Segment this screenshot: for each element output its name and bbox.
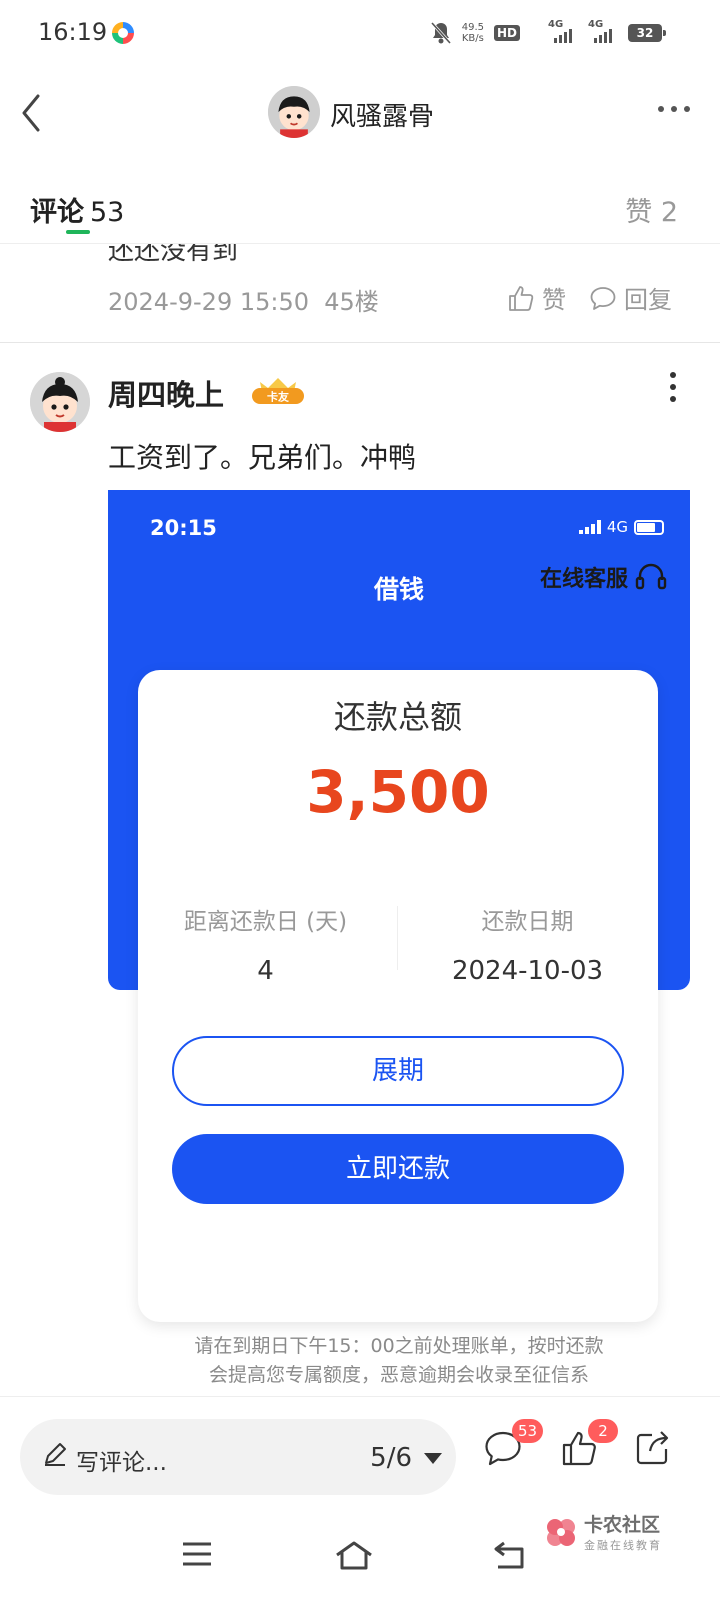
home-icon[interactable] <box>334 1540 374 1574</box>
signal-2-label: 4G <box>588 19 604 30</box>
reply-button[interactable]: 回复 <box>588 280 672 315</box>
screenshot-battery-icon <box>634 519 664 535</box>
tab-comments-count: 53 <box>90 197 125 228</box>
share-icon <box>636 1431 669 1465</box>
like-label: 赞 <box>542 286 566 314</box>
write-comment-input[interactable]: 写评论... 5/6 <box>20 1419 456 1495</box>
nav-bar: 风骚露骨 <box>0 68 720 158</box>
pen-icon <box>45 1443 66 1466</box>
status-time: 16:19 <box>38 18 108 46</box>
repayment-card: 还款总额 3,500 距离还款日 (天) 4 还款日期 2024-10-03 展… <box>138 670 658 1322</box>
screenshot-service: 在线客服 <box>540 560 668 594</box>
comment-more-icon[interactable] <box>670 372 676 402</box>
previous-comment: 还还没有到 2024-9-29 15:50 45楼 赞 回复 <box>0 244 720 344</box>
screenshot-network: 4G <box>606 518 628 536</box>
net-speed-unit: KB/s <box>461 33 484 44</box>
signal-1-icon: 4G <box>548 19 578 43</box>
screenshot-note: 请在到期日下午15：00之前处理账单，按时还款 会提高您专属额度，恶意逾期会收录… <box>108 1332 690 1390</box>
header-avatar[interactable] <box>268 86 320 138</box>
battery-icon: 32 <box>628 24 666 42</box>
comment-avatar[interactable] <box>30 372 90 432</box>
screenshot-time: 20:15 <box>150 516 217 540</box>
watermark: 卡农社区 金融在线教育 <box>544 1510 662 1553</box>
likes-count-badge: 2 <box>588 1419 618 1443</box>
kayou-badge-icon: 卡友 <box>252 378 304 404</box>
watermark-title: 卡农社区 <box>584 1514 661 1536</box>
net-speed-value: 49.5 <box>461 22 484 33</box>
tab-likes[interactable]: 赞 2 <box>625 190 678 229</box>
screenshot-signal-icon <box>578 520 601 534</box>
reply-bubble-icon <box>590 286 616 310</box>
repayment-title: 还款总额 <box>333 698 462 736</box>
signal-1-label: 4G <box>548 19 564 30</box>
comment-image[interactable]: 20:15 4G 借钱 在线客服 还款总额 3,500 距离还款日 (天) 4 … <box>108 490 690 1400</box>
net-speed: 49.5 KB/s <box>462 22 484 44</box>
kayou-badge-label: 卡友 <box>267 390 289 404</box>
comments-count-badge: 53 <box>512 1419 544 1443</box>
mute-bell-icon <box>430 21 452 45</box>
tab-active-indicator <box>66 230 90 234</box>
note-line-1: 请在到期日下午15：00之前处理账单，按时还款 <box>194 1335 604 1357</box>
tab-comments-label: 评论 <box>30 197 84 228</box>
like-button[interactable]: 赞 <box>506 280 566 315</box>
note-line-2: 会提高您专属额度，恶意逾期会收录至征信系 <box>208 1364 589 1386</box>
previous-comment-meta: 2024-9-29 15:50 45楼 <box>108 282 379 317</box>
watermark-subtitle: 金融在线教育 <box>584 1539 662 1552</box>
back-nav-icon[interactable] <box>492 1540 528 1574</box>
date-label: 还款日期 <box>481 909 574 935</box>
share-button[interactable] <box>632 1427 674 1473</box>
previous-comment-text: 还还没有到 <box>108 244 239 266</box>
screenshot-service-label: 在线客服 <box>539 567 628 592</box>
more-options-icon[interactable] <box>658 106 690 112</box>
comment-divider <box>0 342 720 343</box>
previous-comment-floor: 45楼 <box>324 288 379 316</box>
status-bar: 16:19 49.5 KB/s HD 4G 4G 32 <box>0 0 720 68</box>
bottom-bar: 写评论... 5/6 53 2 <box>0 1396 720 1500</box>
repay-now-button: 立即还款 <box>172 1134 624 1204</box>
reply-label: 回复 <box>624 286 672 314</box>
thumbs-up-icon <box>509 285 534 311</box>
app-notification-icon <box>112 22 134 44</box>
card-column-divider <box>397 906 398 970</box>
page-indicator[interactable]: 5/6 <box>370 1443 412 1473</box>
repayment-date: 还款日期 2024-10-03 <box>400 902 655 986</box>
extend-button: 展期 <box>172 1036 624 1106</box>
comment-username[interactable]: 周四晚上 <box>108 372 224 414</box>
header-username: 风骚露骨 <box>330 102 435 132</box>
previous-comment-date: 2024-9-29 15:50 <box>108 288 309 316</box>
tabs-bar: 评论 53 赞 2 <box>0 172 720 244</box>
comment-text: 工资到了。兄弟们。冲鸭 <box>108 441 417 474</box>
status-icons: 49.5 KB/s HD 4G 4G 32 <box>430 19 666 46</box>
comment-item: 周四晚上 卡友 工资到了。兄弟们。冲鸭 20:15 4G 借钱 在线客服 还款总… <box>0 344 720 1396</box>
date-value: 2024-10-03 <box>451 956 604 986</box>
kanong-logo-icon <box>547 1518 575 1546</box>
write-comment-placeholder: 写评论... <box>76 1450 167 1476</box>
tab-comments[interactable]: 评论 53 <box>30 190 124 229</box>
back-icon[interactable] <box>16 90 46 136</box>
days-remaining: 距离还款日 (天) 4 <box>138 902 393 986</box>
hd-badge: HD <box>493 25 520 41</box>
days-value: 4 <box>257 956 274 986</box>
menu-icon[interactable] <box>180 1540 214 1572</box>
page-dropdown-caret-icon[interactable] <box>424 1453 442 1464</box>
signal-2-icon: 4G <box>588 19 618 43</box>
repayment-amount: 3,500 <box>306 758 490 826</box>
headset-icon <box>635 563 667 590</box>
days-label: 距离还款日 (天) <box>183 909 348 935</box>
screenshot-status-icons: 4G <box>578 518 664 536</box>
hd-label: HD <box>496 26 517 40</box>
